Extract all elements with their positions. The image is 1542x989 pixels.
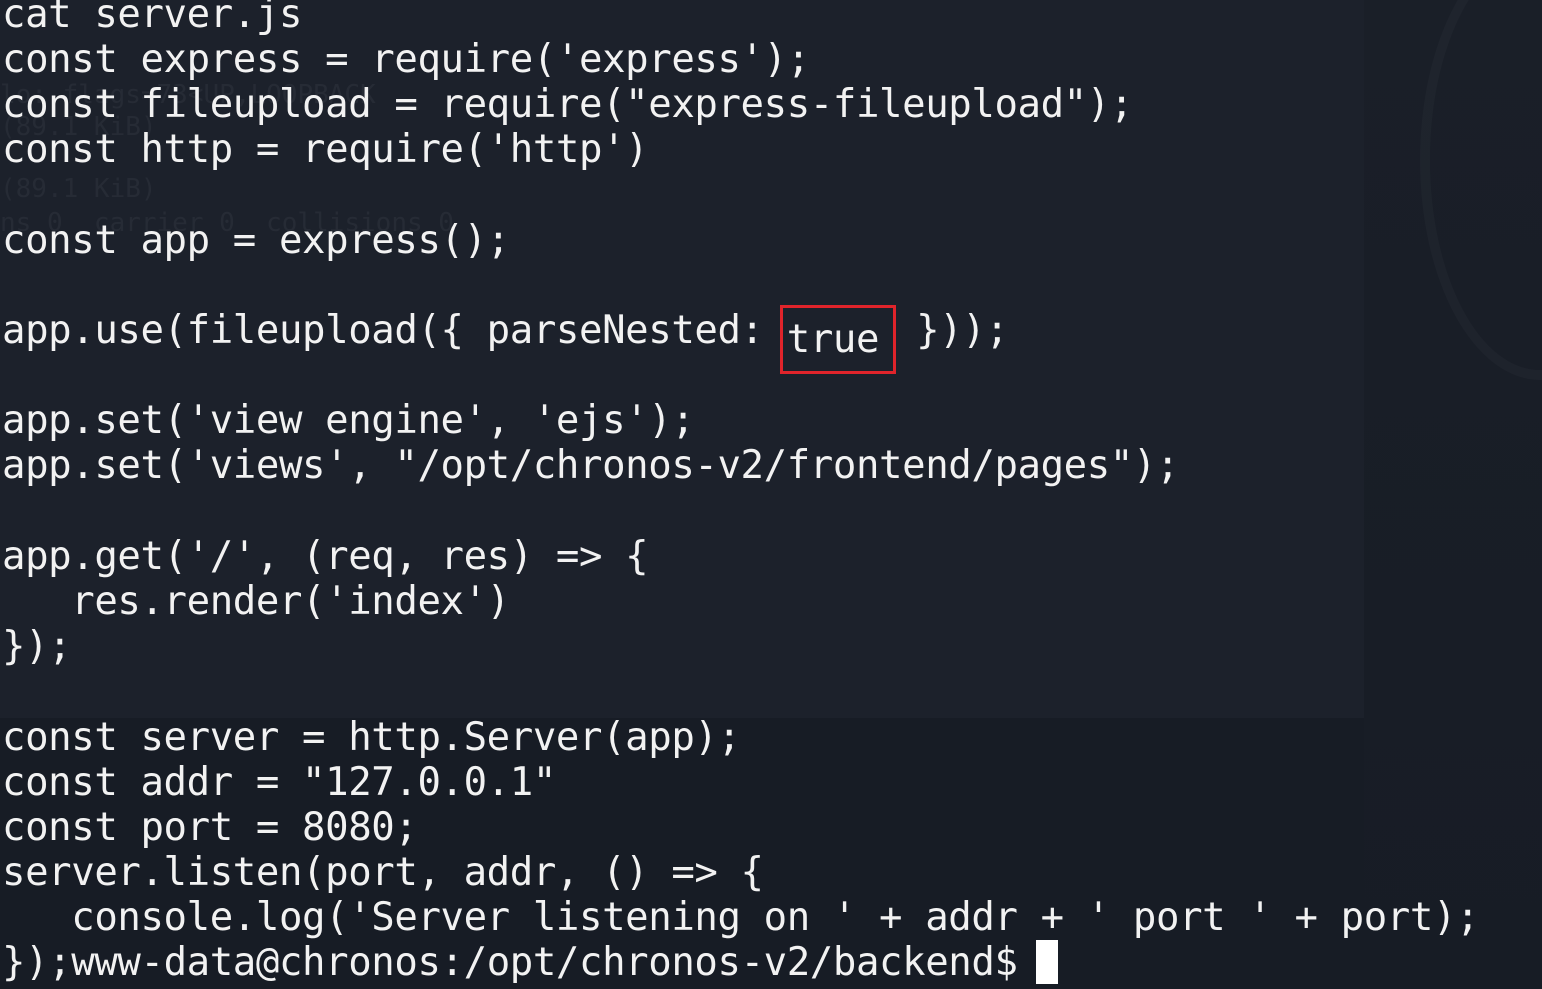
code-line: app.set('view engine', 'ejs'); xyxy=(2,398,695,443)
shell-prompt: www-data@chronos:/opt/chronos-v2/backend… xyxy=(71,940,1018,985)
code-segment: })); xyxy=(893,308,1009,353)
terminal-window[interactable]: lo: flags=73<UP,LOOPBACK (89.1 KiB) (89.… xyxy=(0,0,1542,989)
command-line: cat server.js xyxy=(2,0,303,37)
code-line: app.get('/', (req, res) => { xyxy=(2,534,649,579)
code-line: const server = http.Server(app); xyxy=(2,715,741,760)
code-line: app.set('views', "/opt/chronos-v2/fronte… xyxy=(2,443,1180,488)
prompt-line[interactable]: });www-data@chronos:/opt/chronos-v2/back… xyxy=(2,940,1058,985)
code-line: console.log('Server listening on ' + add… xyxy=(2,895,1480,940)
code-line-parse-nested: app.use(fileupload({ parseNested: true }… xyxy=(2,305,1009,374)
code-segment: }); xyxy=(2,940,72,985)
code-line: const http = require('http') xyxy=(2,127,649,172)
text-cursor[interactable] xyxy=(1035,940,1058,984)
code-line: }); xyxy=(2,624,72,669)
code-line: const express = require('express'); xyxy=(2,37,810,82)
code-line: res.render('index') xyxy=(2,579,510,624)
highlight-box-true: true xyxy=(779,305,897,374)
code-segment: app.use(fileupload({ parseNested: xyxy=(2,308,787,353)
code-line: const app = express(); xyxy=(2,218,510,263)
code-line: const port = 8080; xyxy=(2,805,418,850)
code-line: const fileupload = require("express-file… xyxy=(2,82,1133,127)
code-line: const addr = "127.0.0.1" xyxy=(2,760,556,805)
ghost-line: (89.1 KiB) xyxy=(0,174,157,204)
code-line: server.listen(port, addr, () => { xyxy=(2,850,764,895)
